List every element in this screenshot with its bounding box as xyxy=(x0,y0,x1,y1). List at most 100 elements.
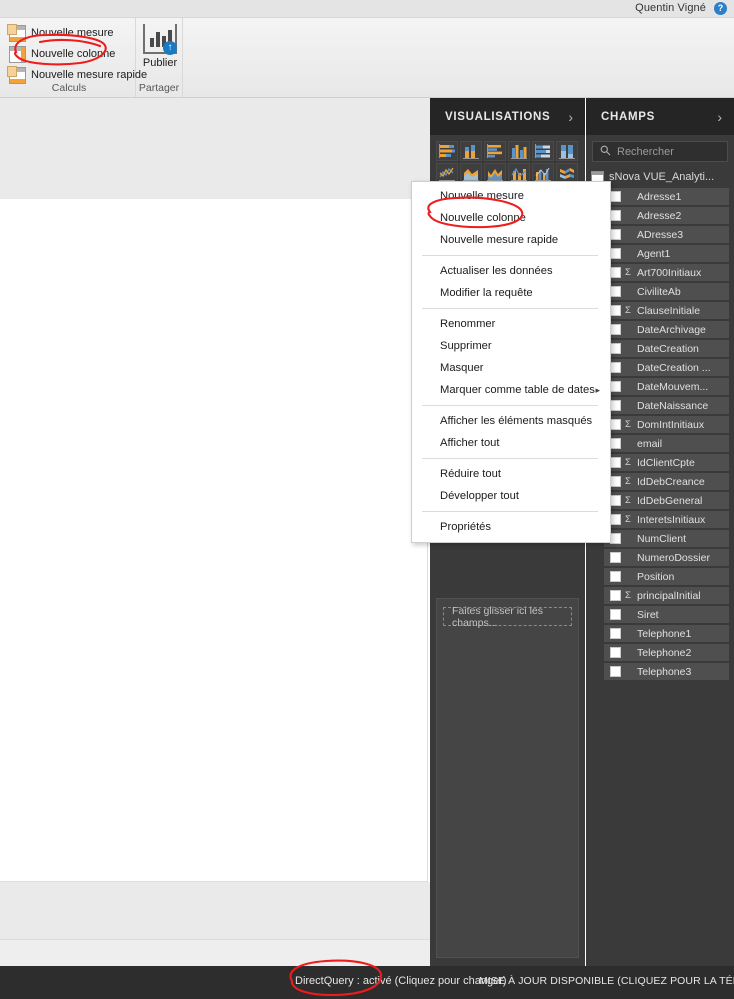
field-checkbox[interactable] xyxy=(610,571,621,582)
menu-item[interactable]: Actualiser les données xyxy=(412,260,610,282)
field-item[interactable]: ΣADresse3 xyxy=(604,226,729,243)
field-item[interactable]: Σ Art700Initiaux xyxy=(604,264,729,281)
publish-button[interactable]: ↑ Publier xyxy=(140,24,180,69)
field-checkbox[interactable] xyxy=(610,609,621,620)
field-item[interactable]: ΣTelephone1 xyxy=(604,625,729,642)
field-checkbox[interactable] xyxy=(610,533,621,544)
stacked-area-chart-icon[interactable] xyxy=(484,163,506,183)
report-canvas[interactable] xyxy=(0,199,428,882)
search-input[interactable]: Rechercher xyxy=(592,141,728,162)
stacked-column-chart-icon[interactable] xyxy=(460,141,482,161)
field-checkbox[interactable] xyxy=(610,438,621,449)
menu-item[interactable]: Afficher les éléments masqués xyxy=(412,410,610,432)
field-checkbox[interactable] xyxy=(610,381,621,392)
line-chart-icon[interactable] xyxy=(436,163,458,183)
field-dropzone[interactable]: Faites glisser ici les champs... xyxy=(443,605,572,629)
field-label: Adresse2 xyxy=(637,209,682,222)
clustered-bar-chart-icon[interactable] xyxy=(484,141,506,161)
account-name-label[interactable]: Quentin Vigné xyxy=(635,2,706,14)
menu-item[interactable]: Marquer comme table de dates ▸ xyxy=(412,379,610,401)
menu-item-label: Actualiser les données xyxy=(440,265,553,277)
field-checkbox[interactable] xyxy=(610,419,621,430)
ribbon-group-label-calculs: Calculs xyxy=(51,82,87,94)
menu-item[interactable]: Développer tout xyxy=(412,485,610,507)
field-label: IdDebCreance xyxy=(637,475,705,488)
field-item[interactable]: ΣDateCreation ... xyxy=(604,359,729,376)
field-checkbox[interactable] xyxy=(610,324,621,335)
stacked-bar-chart-icon[interactable] xyxy=(436,141,458,161)
field-checkbox[interactable] xyxy=(610,666,621,677)
field-checkbox[interactable] xyxy=(610,248,621,259)
field-checkbox[interactable] xyxy=(610,362,621,373)
field-item[interactable]: Σ InteretsInitiaux xyxy=(604,511,729,528)
sigma-icon: Σ xyxy=(625,418,631,430)
help-icon[interactable]: ? xyxy=(714,2,727,15)
field-item[interactable]: Σ IdDebGeneral xyxy=(604,492,729,509)
field-item[interactable]: Σ DomIntInitiaux xyxy=(604,416,729,433)
field-item[interactable]: ΣDateCreation xyxy=(604,340,729,357)
field-item[interactable]: Σ ClauseInitiale xyxy=(604,302,729,319)
new-column-button[interactable]: Nouvelle colonne xyxy=(9,44,115,64)
field-checkbox[interactable] xyxy=(610,628,621,639)
chevron-right-icon[interactable]: › xyxy=(717,109,722,125)
page-tab-strip[interactable] xyxy=(0,939,430,967)
field-item[interactable]: ΣAdresse2 xyxy=(604,207,729,224)
menu-item[interactable]: Modifier la requête xyxy=(412,282,610,304)
hundred-percent-stacked-bar-chart-icon[interactable] xyxy=(532,141,554,161)
field-item[interactable]: ΣDateArchivage xyxy=(604,321,729,338)
field-item[interactable]: Σ IdClientCpte xyxy=(604,454,729,471)
menu-separator xyxy=(422,405,598,406)
ribbon-group-partager: ↑ Publier Partager xyxy=(136,18,183,97)
menu-item[interactable]: Nouvelle mesure xyxy=(412,185,610,207)
line-stacked-column-chart-icon[interactable] xyxy=(508,163,530,183)
chevron-right-icon[interactable]: › xyxy=(568,109,573,125)
field-item[interactable]: ΣprincipalInitial xyxy=(604,587,729,604)
field-checkbox[interactable] xyxy=(610,476,621,487)
field-checkbox[interactable] xyxy=(610,210,621,221)
field-checkbox[interactable] xyxy=(610,305,621,316)
menu-item[interactable]: Nouvelle colonne xyxy=(412,207,610,229)
field-checkbox[interactable] xyxy=(610,191,621,202)
field-item[interactable]: ΣTelephone2 xyxy=(604,644,729,661)
field-item[interactable]: ΣSiret xyxy=(604,606,729,623)
new-measure-button[interactable]: Nouvelle mesure xyxy=(7,23,114,43)
field-checkbox[interactable] xyxy=(610,552,621,563)
menu-item[interactable]: Propriétés xyxy=(412,516,610,538)
field-checkbox[interactable] xyxy=(610,229,621,240)
menu-item[interactable]: Supprimer xyxy=(412,335,610,357)
menu-item[interactable]: Nouvelle mesure rapide xyxy=(412,229,610,251)
field-item[interactable]: ΣDateNaissance xyxy=(604,397,729,414)
field-item[interactable]: ΣCiviliteAb xyxy=(604,283,729,300)
directquery-status-label[interactable]: DirectQuery : activé (Cliquez pour chang… xyxy=(295,975,507,987)
field-item[interactable]: ΣDateMouvem... xyxy=(604,378,729,395)
field-item[interactable]: ΣAgent1 xyxy=(604,245,729,262)
field-checkbox[interactable] xyxy=(610,514,621,525)
ribbon-chart-icon[interactable] xyxy=(556,163,578,183)
field-item[interactable]: ΣNumeroDossier xyxy=(604,549,729,566)
field-checkbox[interactable] xyxy=(610,495,621,506)
field-checkbox[interactable] xyxy=(610,400,621,411)
submenu-arrow-icon: ▸ xyxy=(595,384,600,395)
menu-separator xyxy=(422,255,598,256)
field-checkbox[interactable] xyxy=(610,343,621,354)
field-item[interactable]: ΣTelephone3 xyxy=(604,663,729,680)
field-item[interactable]: ΣPosition xyxy=(604,568,729,585)
hundred-percent-stacked-column-chart-icon[interactable] xyxy=(556,141,578,161)
field-checkbox[interactable] xyxy=(610,267,621,278)
field-item[interactable]: Σemail xyxy=(604,435,729,452)
line-clustered-column-chart-icon[interactable] xyxy=(532,163,554,183)
update-available-label[interactable]: MISE À JOUR DISPONIBLE (CLIQUEZ POUR LA … xyxy=(479,975,734,987)
clustered-column-chart-icon[interactable] xyxy=(508,141,530,161)
area-chart-icon[interactable] xyxy=(460,163,482,183)
field-item[interactable]: ΣAdresse1 xyxy=(604,188,729,205)
menu-item[interactable]: Réduire tout xyxy=(412,463,610,485)
field-checkbox[interactable] xyxy=(610,647,621,658)
field-checkbox[interactable] xyxy=(610,590,621,601)
menu-item[interactable]: Afficher tout xyxy=(412,432,610,454)
field-item[interactable]: Σ IdDebCreance xyxy=(604,473,729,490)
menu-item[interactable]: Renommer xyxy=(412,313,610,335)
field-checkbox[interactable] xyxy=(610,286,621,297)
menu-item[interactable]: Masquer xyxy=(412,357,610,379)
field-checkbox[interactable] xyxy=(610,457,621,468)
field-item[interactable]: ΣNumClient xyxy=(604,530,729,547)
